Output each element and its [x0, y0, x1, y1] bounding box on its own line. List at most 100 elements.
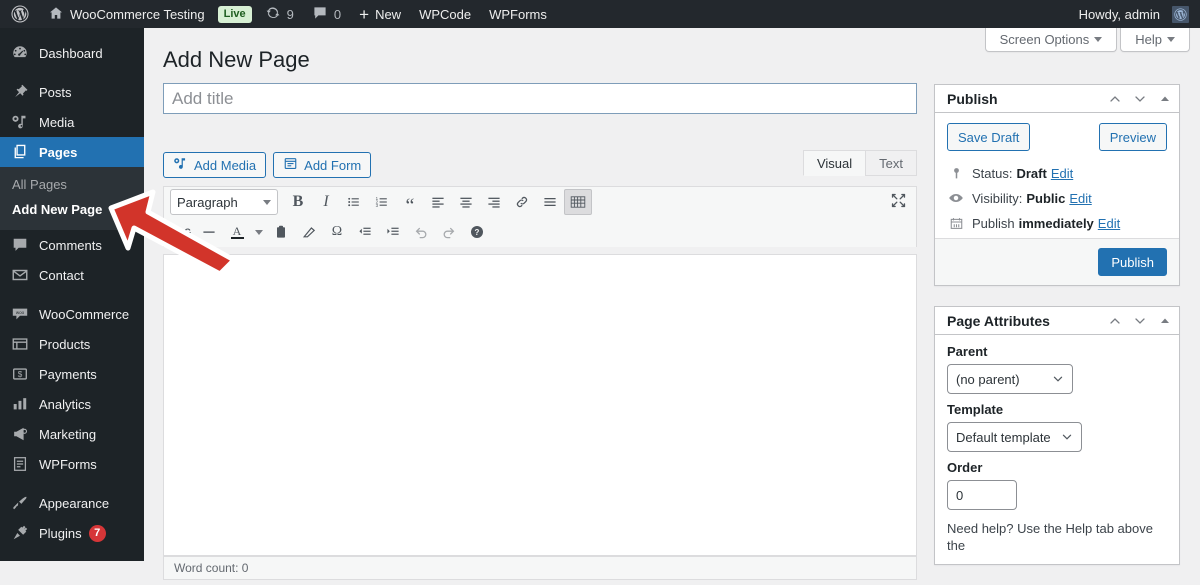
wpcode-menu[interactable]: WPCode	[410, 0, 480, 28]
distraction-free-button[interactable]	[890, 192, 913, 212]
keyboard-shortcuts-icon[interactable]: ?	[463, 219, 491, 245]
clear-formatting-icon[interactable]	[295, 219, 323, 245]
tab-visual[interactable]: Visual	[802, 150, 867, 176]
align-right-icon[interactable]	[480, 189, 508, 215]
move-down-icon[interactable]	[1128, 309, 1152, 333]
blockquote-icon[interactable]: “	[396, 189, 424, 216]
tab-text[interactable]: Text	[865, 150, 917, 176]
media-buttons: Add Media Add Form	[163, 152, 372, 178]
post-status-info: Word count: 0	[163, 556, 917, 580]
envelope-icon	[10, 265, 30, 285]
updates-menu[interactable]: 9	[256, 0, 303, 28]
new-label: New	[375, 6, 402, 22]
add-form-button[interactable]: Add Form	[273, 152, 372, 178]
submenu-item-add-new-page[interactable]: Add New Page	[0, 198, 144, 223]
paste-as-text-icon[interactable]	[267, 219, 295, 245]
home-icon	[48, 5, 64, 24]
numbered-list-icon[interactable]: 123	[368, 189, 396, 215]
chevron-down-icon	[255, 229, 263, 235]
live-status-badge[interactable]: Live	[214, 0, 256, 28]
move-up-icon[interactable]	[1103, 309, 1127, 333]
text-color-chevron-icon[interactable]	[251, 219, 267, 245]
sidebar-item-comments[interactable]: Comments	[0, 230, 144, 260]
help-button[interactable]: Help	[1120, 28, 1190, 52]
sidebar-item-woocommerce[interactable]: woo WooCommerce	[0, 299, 144, 329]
wordpress-logo-button[interactable]	[0, 0, 39, 28]
strikethrough-icon[interactable]: ABC	[167, 219, 195, 245]
new-content-menu[interactable]: + New	[350, 0, 410, 28]
sidebar-item-label: WooCommerce	[39, 306, 130, 322]
screen-options-button[interactable]: Screen Options	[984, 28, 1118, 52]
preview-button[interactable]: Preview	[1098, 123, 1167, 151]
live-badge-label: Live	[217, 5, 252, 23]
status-label: Status:	[972, 165, 1013, 181]
chevron-down-icon	[1094, 37, 1103, 42]
sidebar-item-media[interactable]: Media	[0, 107, 144, 137]
special-character-icon[interactable]: Ω	[323, 219, 351, 245]
schedule-edit-link[interactable]: Edit	[1098, 216, 1120, 231]
sidebar-item-products[interactable]: Products	[0, 329, 144, 359]
add-media-label: Add Media	[194, 157, 257, 173]
sidebar-item-appearance[interactable]: Appearance	[0, 488, 144, 518]
move-down-icon[interactable]	[1128, 87, 1152, 111]
page-attributes-body: Parent (no parent) Template Default temp…	[935, 335, 1179, 564]
sidebar-item-marketing[interactable]: Marketing	[0, 419, 144, 449]
status-edit-link[interactable]: Edit	[1051, 166, 1073, 181]
sidebar-item-analytics[interactable]: Analytics	[0, 389, 144, 419]
decrease-indent-icon[interactable]	[351, 219, 379, 245]
toolbar-toggle-icon[interactable]	[564, 189, 592, 215]
schedule-label: Publish	[972, 215, 1015, 231]
word-count-label: Word count: 0	[174, 561, 249, 575]
toggle-panel-icon[interactable]	[1153, 309, 1177, 333]
align-left-icon[interactable]	[424, 189, 452, 215]
sidebar-item-posts[interactable]: Posts	[0, 77, 144, 107]
sidebar-item-wpforms[interactable]: WPForms	[0, 449, 144, 479]
sidebar-item-contact[interactable]: Contact	[0, 260, 144, 290]
editor-container: Add Media Add Form Visual Text Paragraph	[163, 150, 917, 580]
format-select-value: Paragraph	[177, 194, 238, 210]
move-up-icon[interactable]	[1103, 87, 1127, 111]
sidebar-item-label: WPForms	[39, 456, 97, 472]
bulleted-list-icon[interactable]	[340, 189, 368, 215]
updates-icon	[265, 5, 281, 24]
align-center-icon[interactable]	[452, 189, 480, 215]
parent-select[interactable]: (no parent)	[947, 364, 1073, 394]
insert-link-icon[interactable]	[508, 189, 536, 215]
sidebar-item-label: Payments	[39, 366, 97, 382]
editor-content-area[interactable]	[163, 254, 917, 556]
italic-icon[interactable]: I	[312, 189, 340, 215]
visibility-edit-link[interactable]: Edit	[1069, 191, 1091, 206]
woocommerce-icon: woo	[10, 304, 30, 324]
sidebar-item-payments[interactable]: $ Payments	[0, 359, 144, 389]
paragraph-format-select[interactable]: Paragraph	[170, 189, 278, 215]
sidebar-item-pages[interactable]: Pages	[0, 137, 152, 167]
add-media-button[interactable]: Add Media	[163, 152, 267, 178]
page-title: Add New Page	[163, 47, 310, 72]
horizontal-line-icon[interactable]	[195, 219, 223, 245]
post-title-input[interactable]	[163, 83, 917, 114]
metabox-sidebar: Publish Save Draft Preview Status: Draft…	[934, 84, 1180, 585]
sidebar-item-dashboard[interactable]: Dashboard	[0, 38, 144, 68]
screen-meta-links: Screen Options Help	[984, 28, 1190, 52]
order-input[interactable]: 0	[947, 480, 1017, 510]
submenu-item-all-pages[interactable]: All Pages	[0, 173, 144, 198]
my-account-menu[interactable]: Howdy, admin	[1070, 0, 1200, 28]
admin-sidebar-menu: Dashboard Posts Media Pages All Pages Ad…	[0, 28, 152, 561]
save-draft-button[interactable]: Save Draft	[947, 123, 1031, 151]
comments-count: 0	[333, 6, 342, 22]
read-more-icon[interactable]	[536, 189, 564, 215]
comments-menu[interactable]: 0	[303, 0, 350, 28]
increase-indent-icon[interactable]	[379, 219, 407, 245]
publish-minor-actions: Save Draft Preview Status: Draft Edit Vi…	[935, 113, 1179, 238]
sidebar-item-plugins[interactable]: Plugins 7	[0, 518, 144, 548]
template-select[interactable]: Default template	[947, 422, 1082, 452]
text-color-icon[interactable]: A	[223, 219, 251, 245]
toggle-panel-icon[interactable]	[1153, 87, 1177, 111]
undo-icon[interactable]	[407, 219, 435, 245]
admin-bar: WooCommerce Testing Live 9 0 + New WPCod…	[0, 0, 1200, 28]
publish-button[interactable]: Publish	[1098, 248, 1167, 276]
wpforms-menu[interactable]: WPForms	[480, 0, 556, 28]
bold-icon[interactable]: B	[284, 189, 312, 215]
redo-icon[interactable]	[435, 219, 463, 245]
site-name-menu[interactable]: WooCommerce Testing	[39, 0, 214, 28]
